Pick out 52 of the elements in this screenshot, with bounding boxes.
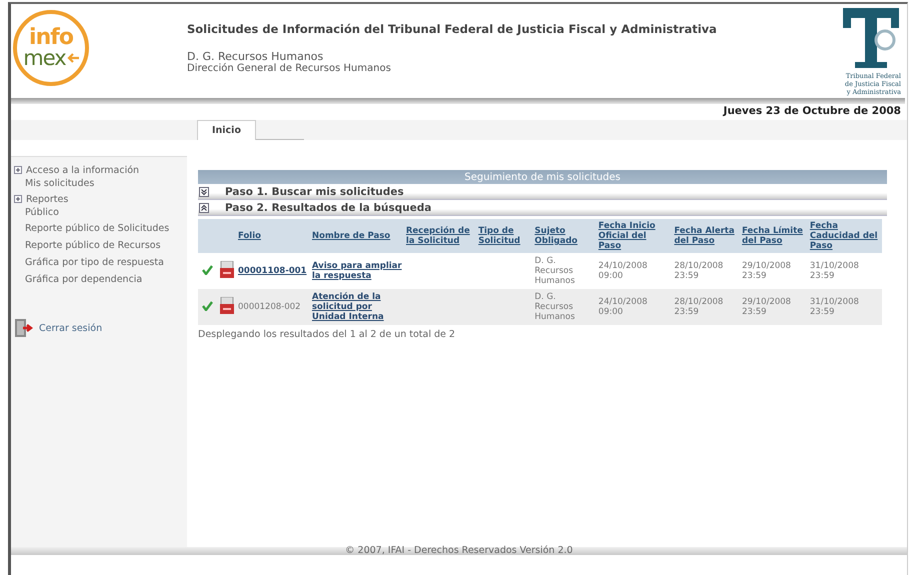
pdf-icon [220,297,234,314]
table-cell-text: 31/10/2008 23:59 [810,297,860,317]
date-label: Jueves 23 de Octubre de 2008 [723,105,901,119]
column-header-link[interactable]: Sujeto Obligado [534,226,594,246]
column-header-link[interactable]: Folio [238,231,308,241]
expand-icon [14,166,22,174]
table-cell-text: 29/10/2008 23:59 [742,297,792,317]
folio-number-link[interactable]: 00001108-001 [238,266,308,276]
tab[interactable]: Inicio [197,120,256,140]
unit-full-name: Dirección General de Recursos Humanos [187,63,392,74]
menu-item[interactable]: Mis solicitudes [11,178,187,191]
page-title: Solicitudes de Información del Tribunal Federal de Justicia Fiscal y Administrativa [187,22,718,36]
unit-name: D. G. Recursos Humanos [187,50,324,63]
menu-section[interactable]: Acceso a la información [11,162,187,178]
table-cell-text: 24/10/2008 09:00 [598,261,648,281]
table-cell-text: 31/10/2008 23:59 [810,261,860,281]
column-header-link[interactable]: Nombre de Paso [312,231,402,241]
column-header-link[interactable]: Fecha Caducidad del Paso [810,221,880,251]
panel-header: Seguimiento de mis solicitudes [198,170,887,184]
infomex-logo: info mex [13,10,89,86]
column-header-link[interactable]: Fecha Límite del Paso [742,226,806,246]
table-cell-text: 29/10/2008 23:59 [742,261,792,281]
exit-door-icon [13,318,33,338]
folio-number: 00001208-002 [238,302,302,312]
emblem-drawing [841,6,901,70]
column-header-link[interactable]: Fecha Alerta del Paso [674,226,738,246]
column-header-link[interactable]: Fecha Inicio Oficial del Paso [598,221,670,251]
menu-item[interactable]: Público [11,207,187,220]
menu-item[interactable]: Reporte público de Solicitudes [11,220,187,237]
step-link[interactable]: Aviso para ampliar la respuesta [312,261,402,281]
menu-item[interactable]: Gráfica por tipo de respuesta [11,254,187,271]
section-header[interactable]: Paso 2. Resultados de la búsqueda [198,200,887,216]
arrow-icon [66,53,79,63]
results-count: Desplegando los resultados del 1 al 2 de un total de 2 [198,329,456,340]
logout-link[interactable]: Cerrar sesión [13,318,187,338]
table-cell-text: 28/10/2008 23:59 [674,261,724,281]
expand-icon [14,195,22,203]
column-header-link[interactable]: Recepción de la Solicitud [406,226,474,246]
checkmark-icon [202,264,213,274]
menu-section[interactable]: Reportes [11,191,187,207]
table-cell-text: D. G. Recursos Humanos [534,292,576,322]
table-cell-text: D. G. Recursos Humanos [534,256,576,286]
copyright-text: © 2007, IFAI - Derechos Reservados Versión 2.0 [345,546,573,556]
pdf-icon [220,261,234,278]
table-cell-text: 24/10/2008 09:00 [598,297,648,317]
checkmark-icon [202,300,213,310]
menu-item[interactable]: Reporte público de Recursos [11,237,187,254]
section-header[interactable]: Paso 1. Buscar mis solicitudes [198,184,887,200]
step-link[interactable]: Atención de la solicitud por Unidad Interna [312,292,402,322]
menu-item[interactable]: Gráfica por dependencia [11,271,187,288]
table-cell-text: 28/10/2008 23:59 [674,297,724,317]
column-header-link[interactable]: Tipo de Solicitud [478,226,531,246]
